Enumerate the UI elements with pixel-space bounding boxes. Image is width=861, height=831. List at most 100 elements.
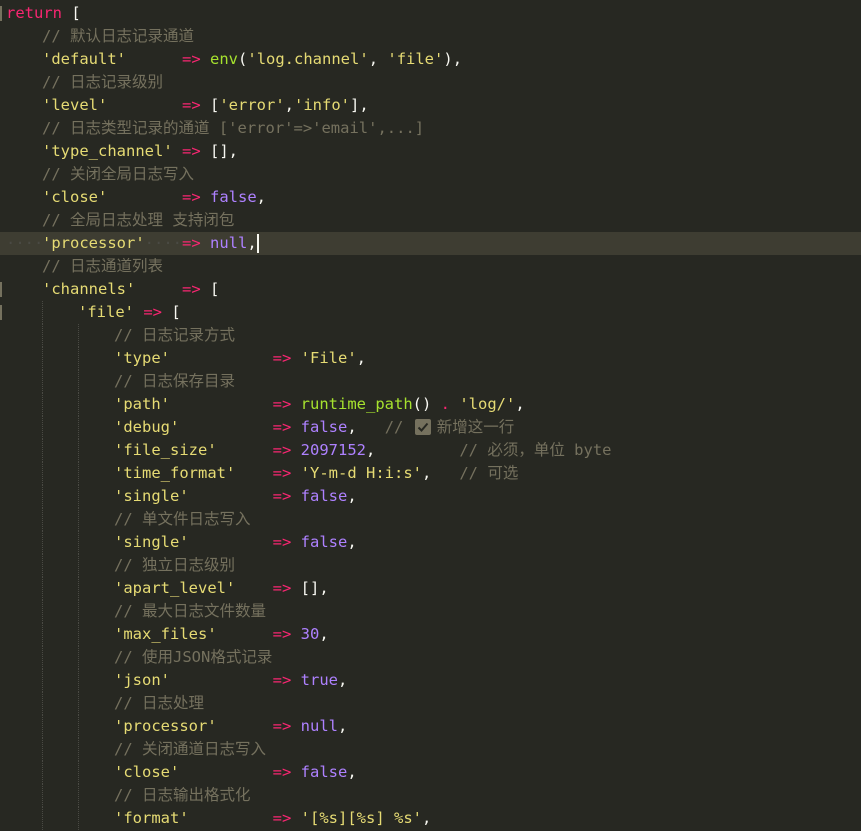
code-line-28[interactable]: 'max_files' => 30, <box>0 623 861 646</box>
code-line-29[interactable]: // 使用JSON格式记录 <box>0 646 861 669</box>
code-line-3[interactable]: 'default' => env('log.channel', 'file'), <box>0 48 861 71</box>
code-line-32[interactable]: 'processor' => null, <box>0 715 861 738</box>
indent-guide <box>78 393 79 416</box>
spacing <box>217 625 273 643</box>
punctuation: , <box>368 50 388 68</box>
indent-guide <box>78 554 79 577</box>
indent-guide <box>42 531 43 554</box>
indent-guide <box>78 600 79 623</box>
operator: => <box>143 303 163 321</box>
comment: // 全局日志处理 支持闭包 <box>42 211 235 229</box>
number: 30 <box>300 625 320 643</box>
fold-marker-icon[interactable] <box>0 282 2 297</box>
array-key: 'time_format' <box>114 464 236 482</box>
fold-marker-icon[interactable] <box>0 6 2 21</box>
punctuation: , <box>347 763 357 781</box>
punctuation: , <box>319 625 329 643</box>
code-line-23[interactable]: // 单文件日志写入 <box>0 508 861 531</box>
code-line-24[interactable]: 'single' => false, <box>0 531 861 554</box>
fold-marker-icon[interactable] <box>0 305 2 320</box>
code-editor[interactable]: return [ // 默认日志记录通道 'default' => env('l… <box>0 0 861 831</box>
comment: // 日志输出格式化 <box>114 786 251 804</box>
code-line-15[interactable]: // 日志记录方式 <box>0 324 861 347</box>
array-key: 'type' <box>114 349 170 367</box>
code-line-33[interactable]: // 关闭通道日志写入 <box>0 738 861 761</box>
comment: // 日志记录方式 <box>114 326 235 344</box>
operator: => <box>272 487 292 505</box>
operator: => <box>272 579 292 597</box>
code-line-26[interactable]: 'apart_level' => [], <box>0 577 861 600</box>
indent-guide <box>78 669 79 692</box>
punctuation: [], <box>291 579 329 597</box>
spacing <box>235 579 272 597</box>
indent-guide <box>78 370 79 393</box>
constant: false <box>300 418 348 436</box>
code-line-6[interactable]: // 日志类型记录的通道 ['error'=>'email',...] <box>0 117 861 140</box>
indent-guide <box>78 324 79 347</box>
array-key: 'single' <box>114 533 189 551</box>
code-line-12[interactable]: // 日志通道列表 <box>0 255 861 278</box>
code-line-21[interactable]: 'time_format' => 'Y-m-d H:i:s', // 可选 <box>0 462 861 485</box>
code-line-10[interactable]: // 全局日志处理 支持闭包 <box>0 209 861 232</box>
code-line-1[interactable]: return [ <box>0 2 861 25</box>
punctuation: , <box>515 395 525 413</box>
comment: // 单文件日志写入 <box>114 510 251 528</box>
punctuation: , <box>366 441 376 459</box>
string: 'File' <box>300 349 357 367</box>
code-line-19[interactable]: 'debug' => false, // 新增这一行 <box>0 416 861 439</box>
code-line-8[interactable]: // 关闭全局日志写入 <box>0 163 861 186</box>
code-line-36[interactable]: 'format' => '[%s][%s] %s', <box>0 807 861 830</box>
array-key: 'apart_level' <box>114 579 236 597</box>
constant: null <box>300 717 338 735</box>
code-line-7[interactable]: 'type_channel' => [], <box>0 140 861 163</box>
code-line-20[interactable]: 'file_size' => 2097152, // 必须，单位 byte <box>0 439 861 462</box>
indent-guide <box>42 347 43 370</box>
spacing <box>235 464 272 482</box>
operator: => <box>182 142 201 160</box>
code-line-25[interactable]: // 独立日志级别 <box>0 554 861 577</box>
constant: false <box>300 487 348 505</box>
indent-guide <box>78 462 79 485</box>
constant: false <box>300 533 348 551</box>
code-line-35[interactable]: // 日志输出格式化 <box>0 784 861 807</box>
code-line-22[interactable]: 'single' => false, <box>0 485 861 508</box>
code-line-5[interactable]: 'level' => ['error','info'], <box>0 94 861 117</box>
comment: // 关闭全局日志写入 <box>42 165 194 183</box>
comment: // 使用JSON格式记录 <box>114 648 273 666</box>
spacing <box>189 487 273 505</box>
operator: => <box>181 234 201 252</box>
whitespace-dots: ···· <box>6 234 44 252</box>
indent-guide <box>42 738 43 761</box>
code-line-17[interactable]: // 日志保存目录 <box>0 370 861 393</box>
code-line-14[interactable]: 'file' => [ <box>0 301 861 324</box>
code-line-13[interactable]: 'channels' => [ <box>0 278 861 301</box>
code-line-9[interactable]: 'close' => false, <box>0 186 861 209</box>
code-line-34[interactable]: 'close' => false, <box>0 761 861 784</box>
code-line-31[interactable]: // 日志处理 <box>0 692 861 715</box>
spacing <box>217 717 273 735</box>
code-line-11-current[interactable]: ···· 'processor'····=> null, <box>0 232 861 255</box>
code-line-16[interactable]: 'type' => 'File', <box>0 347 861 370</box>
operator: => <box>181 188 201 206</box>
punctuation: [ <box>162 303 181 321</box>
code-line-18[interactable]: 'path' => runtime_path() . 'log/', <box>0 393 861 416</box>
spacing <box>217 441 273 459</box>
code-line-30[interactable]: 'json' => true, <box>0 669 861 692</box>
operator: => <box>272 717 292 735</box>
array-key: 'channels' <box>42 280 136 298</box>
string: 'info' <box>294 96 350 114</box>
punctuation: , <box>256 188 267 206</box>
array-key: 'close' <box>42 188 108 206</box>
code-line-2[interactable]: // 默认日志记录通道 <box>0 25 861 48</box>
string: 'Y-m-d H:i:s' <box>300 464 422 482</box>
spacing <box>179 763 272 781</box>
spacing <box>107 96 182 114</box>
operator: => <box>272 395 292 413</box>
code-line-27[interactable]: // 最大日志文件数量 <box>0 600 861 623</box>
check-mark-icon <box>414 419 431 435</box>
indent-guide <box>78 347 79 370</box>
array-key: 'single' <box>114 487 189 505</box>
function-name: env <box>210 50 239 68</box>
punctuation: [ <box>62 4 81 22</box>
code-line-4[interactable]: // 日志记录级别 <box>0 71 861 94</box>
